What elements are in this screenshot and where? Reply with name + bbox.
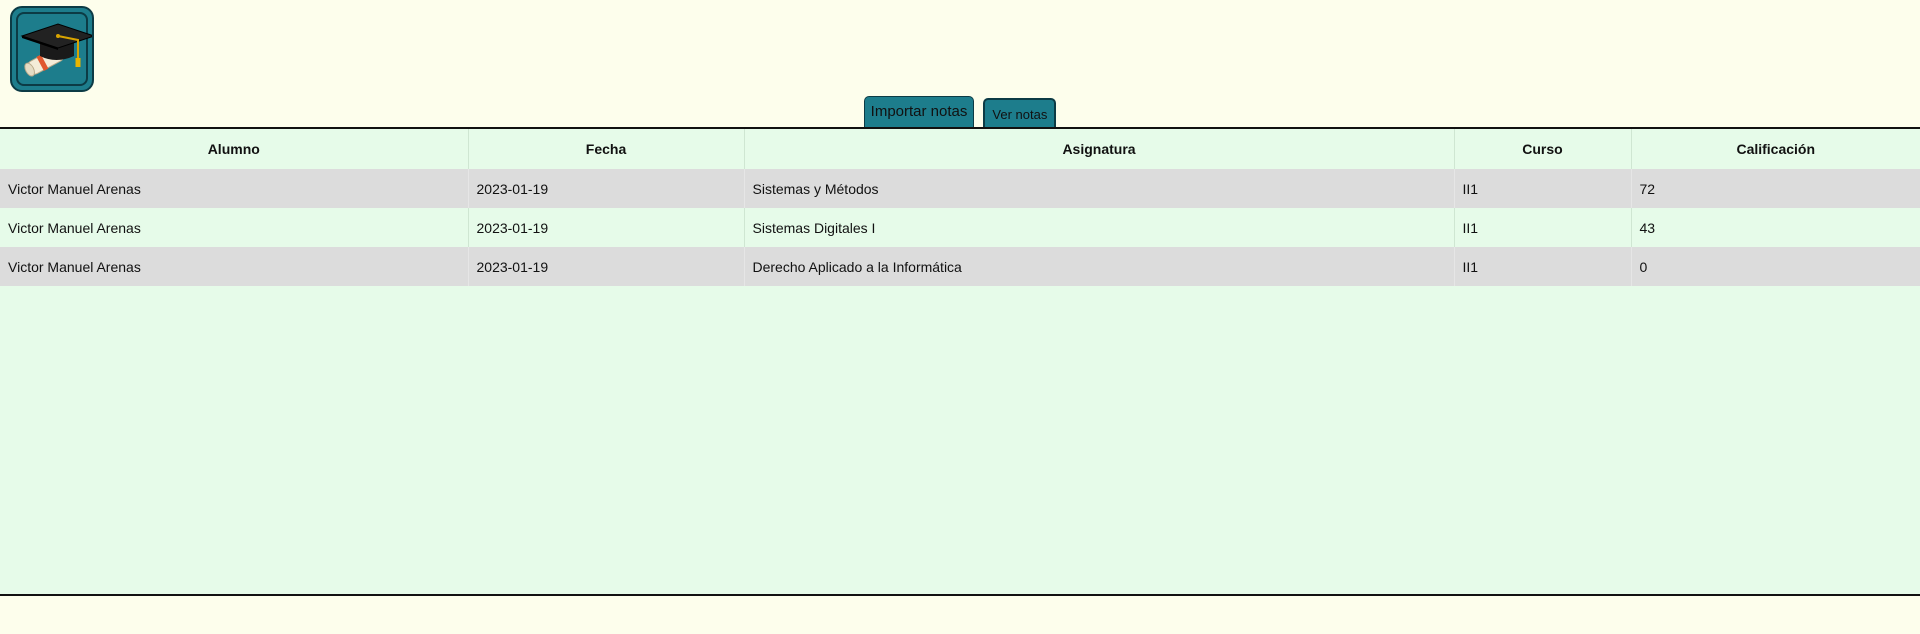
cell-asignatura: Derecho Aplicado a la Informática <box>744 247 1455 286</box>
table-row[interactable]: Victor Manuel Arenas 2023-01-19 Sistemas… <box>0 208 1920 247</box>
column-header-calificacion[interactable]: Calificación <box>1631 129 1920 169</box>
cell-alumno: Victor Manuel Arenas <box>0 169 469 208</box>
cell-curso: II1 <box>1454 208 1632 247</box>
graduation-cap-icon <box>20 23 92 77</box>
cell-calificacion: 43 <box>1631 208 1920 247</box>
column-header-curso[interactable]: Curso <box>1454 129 1632 169</box>
cell-alumno: Victor Manuel Arenas <box>0 208 469 247</box>
tab-importar-notas[interactable]: Importar notas <box>863 96 975 128</box>
cell-asignatura: Sistemas Digitales I <box>744 208 1455 247</box>
cell-fecha: 2023-01-19 <box>468 169 745 208</box>
cell-fecha: 2023-01-19 <box>468 247 745 286</box>
cell-alumno: Victor Manuel Arenas <box>0 247 469 286</box>
cell-fecha: 2023-01-19 <box>468 208 745 247</box>
grades-panel: Alumno Fecha Asignatura Curso Calificaci… <box>0 127 1920 596</box>
column-header-alumno[interactable]: Alumno <box>0 129 469 169</box>
header <box>0 0 1920 96</box>
cell-curso: II1 <box>1454 247 1632 286</box>
app-logo[interactable] <box>10 6 94 92</box>
column-header-asignatura[interactable]: Asignatura <box>744 129 1455 169</box>
tab-bar: Importar notas Ver notas <box>0 96 1920 128</box>
table-header-row: Alumno Fecha Asignatura Curso Calificaci… <box>0 129 1920 169</box>
table-row[interactable]: Victor Manuel Arenas 2023-01-19 Sistemas… <box>0 169 1920 208</box>
cell-asignatura: Sistemas y Métodos <box>744 169 1455 208</box>
grades-table: Alumno Fecha Asignatura Curso Calificaci… <box>0 129 1920 286</box>
tab-ver-notas[interactable]: Ver notas <box>983 98 1057 128</box>
table-row[interactable]: Victor Manuel Arenas 2023-01-19 Derecho … <box>0 247 1920 286</box>
cell-curso: II1 <box>1454 169 1632 208</box>
cell-calificacion: 72 <box>1631 169 1920 208</box>
column-header-fecha[interactable]: Fecha <box>468 129 745 169</box>
cell-calificacion: 0 <box>1631 247 1920 286</box>
